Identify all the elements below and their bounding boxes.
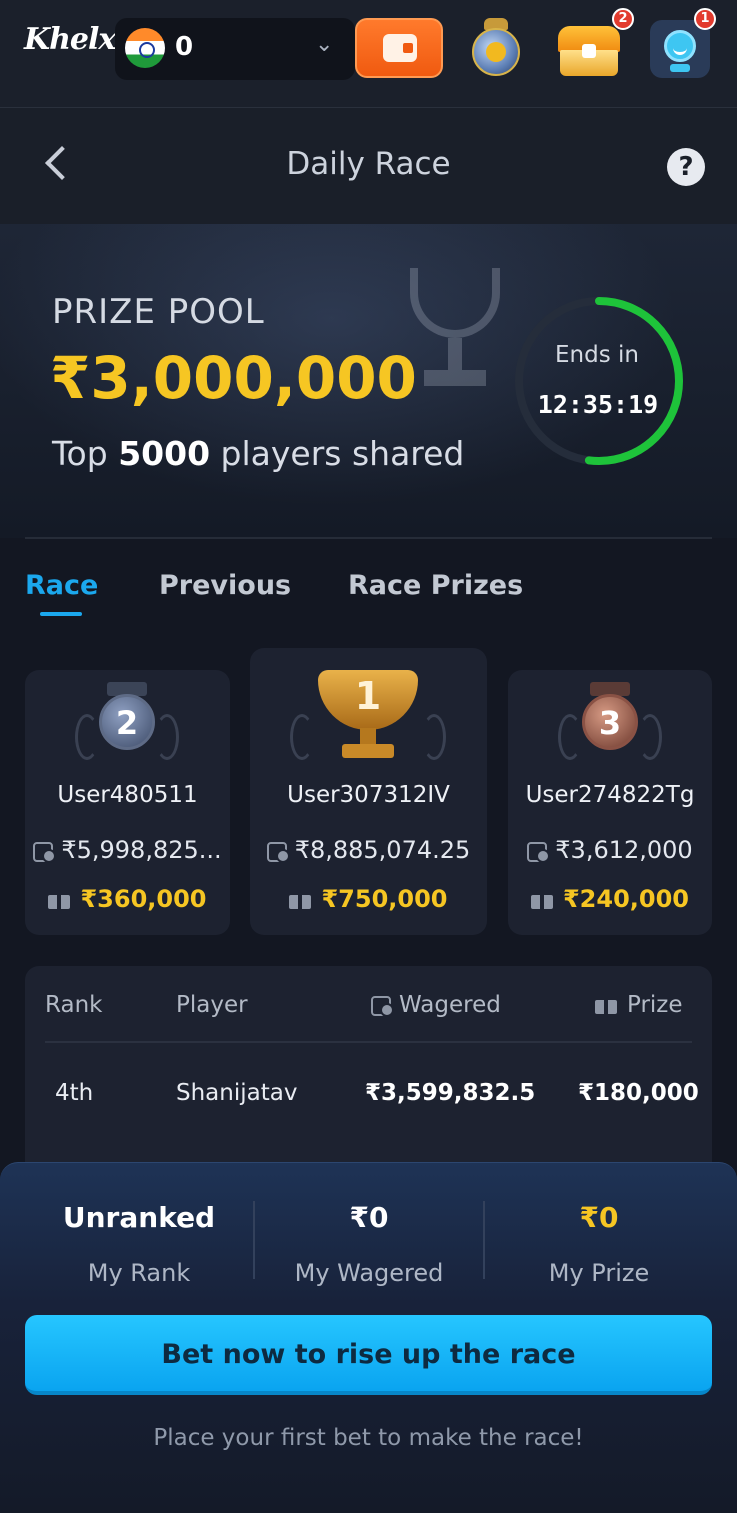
my-prize-label: My Prize xyxy=(548,1259,650,1287)
chest-notification-badge: 2 xyxy=(612,8,634,30)
first-bet-hint: Place your first bet to make the race! xyxy=(153,1425,584,1451)
prize-pool-label: PRIZE POOL xyxy=(52,292,265,332)
column-header-rank: Rank xyxy=(45,992,103,1018)
podium-player-name: User480511 xyxy=(57,782,198,808)
chevron-down-icon: ⌄ xyxy=(315,32,334,57)
silver-medal-icon: 2 xyxy=(99,694,155,750)
podium-prize: ₹240,000 xyxy=(508,885,712,913)
laurel-left-icon xyxy=(290,714,314,760)
treasure-jar-icon[interactable] xyxy=(470,18,522,78)
page-title: Daily Race xyxy=(286,146,451,182)
india-flag-icon xyxy=(125,28,165,68)
gift-icon xyxy=(530,889,553,909)
gold-trophy-icon: 1 xyxy=(318,670,418,760)
my-wagered-label: My Wagered xyxy=(294,1259,444,1287)
my-wagered-value: ₹0 xyxy=(349,1201,389,1234)
podium-wagered: ₹8,885,074.25 xyxy=(250,836,487,864)
podium-wagered: ₹5,998,825... xyxy=(25,836,230,864)
laurel-right-icon xyxy=(422,714,446,760)
tab-previous[interactable]: Previous xyxy=(159,570,291,601)
column-header-player: Player xyxy=(176,992,248,1018)
header-divider xyxy=(45,1041,692,1043)
balance-selector[interactable]: 0 ⌄ xyxy=(115,18,355,80)
treasure-chest-icon[interactable]: 2 xyxy=(556,8,634,80)
coins-icon xyxy=(371,994,394,1017)
column-header-wagered: Wagered xyxy=(371,992,501,1018)
row-player: Shanijatav xyxy=(176,1080,298,1106)
column-header-prize: Prize xyxy=(595,992,683,1018)
my-prize-value: ₹0 xyxy=(579,1201,619,1234)
prize-pool-banner: PRIZE POOL ₹3,000,000 Top 5000 players s… xyxy=(0,224,737,538)
gift-icon xyxy=(595,994,617,1014)
winner-count: 5000 xyxy=(118,434,211,473)
prize-pool-amount: ₹3,000,000 xyxy=(50,344,417,412)
laurel-right-icon xyxy=(638,714,662,760)
coins-icon xyxy=(266,840,290,863)
laurel-left-icon xyxy=(75,714,99,760)
help-icon[interactable]: ? xyxy=(667,148,705,186)
active-tab-indicator xyxy=(40,612,82,616)
support-agent-icon[interactable]: 1 xyxy=(650,8,716,78)
my-rank-label: My Rank xyxy=(87,1259,191,1287)
row-wagered: ₹3,599,832.5 xyxy=(365,1080,536,1106)
divider xyxy=(25,537,712,539)
podium-prize: ₹750,000 xyxy=(250,885,487,913)
ends-in-label: Ends in xyxy=(555,342,639,368)
tab-race-prizes[interactable]: Race Prizes xyxy=(348,570,523,601)
podium-first-place[interactable]: 1 User307312IV ₹8,885,074.25 ₹750,000 xyxy=(250,648,487,935)
my-race-panel: Unranked My Rank ₹0 My Wagered ₹0 My Pri… xyxy=(0,1162,737,1513)
podium-player-name: User307312IV xyxy=(287,782,450,808)
countdown-ring xyxy=(515,297,683,465)
podium-wagered: ₹3,612,000 xyxy=(508,836,712,864)
wallet-icon xyxy=(383,34,417,62)
bet-now-button[interactable]: Bet now to rise up the race xyxy=(25,1315,712,1395)
title-bar: Daily Race ? xyxy=(0,108,737,224)
laurel-left-icon xyxy=(558,714,582,760)
gift-icon xyxy=(289,889,312,909)
countdown-timer: 12:35:19 xyxy=(537,390,659,419)
wallet-button[interactable] xyxy=(355,18,443,78)
support-notification-badge: 1 xyxy=(694,8,716,30)
my-rank-value: Unranked xyxy=(62,1201,216,1234)
coins-icon xyxy=(527,840,551,863)
balance-value: 0 xyxy=(175,32,194,62)
brand-logo[interactable]: Khelx xyxy=(24,22,116,57)
prize-pool-subtitle: Top 5000 players shared xyxy=(52,434,465,473)
row-rank: 4th xyxy=(55,1080,94,1106)
podium-third-place[interactable]: 3 User274822Tg ₹3,612,000 ₹240,000 xyxy=(508,670,712,935)
podium-player-name: User274822Tg xyxy=(525,782,695,808)
laurel-right-icon xyxy=(155,714,179,760)
tab-race[interactable]: Race xyxy=(25,570,98,601)
podium-prize: ₹360,000 xyxy=(25,885,230,913)
gift-icon xyxy=(48,889,71,909)
bronze-medal-icon: 3 xyxy=(582,694,638,750)
coins-icon xyxy=(33,840,57,863)
podium-second-place[interactable]: 2 User480511 ₹5,998,825... ₹360,000 xyxy=(25,670,230,935)
row-prize: ₹180,000 xyxy=(578,1080,699,1106)
top-bar: Khelx 0 ⌄ 2 1 xyxy=(0,0,737,108)
